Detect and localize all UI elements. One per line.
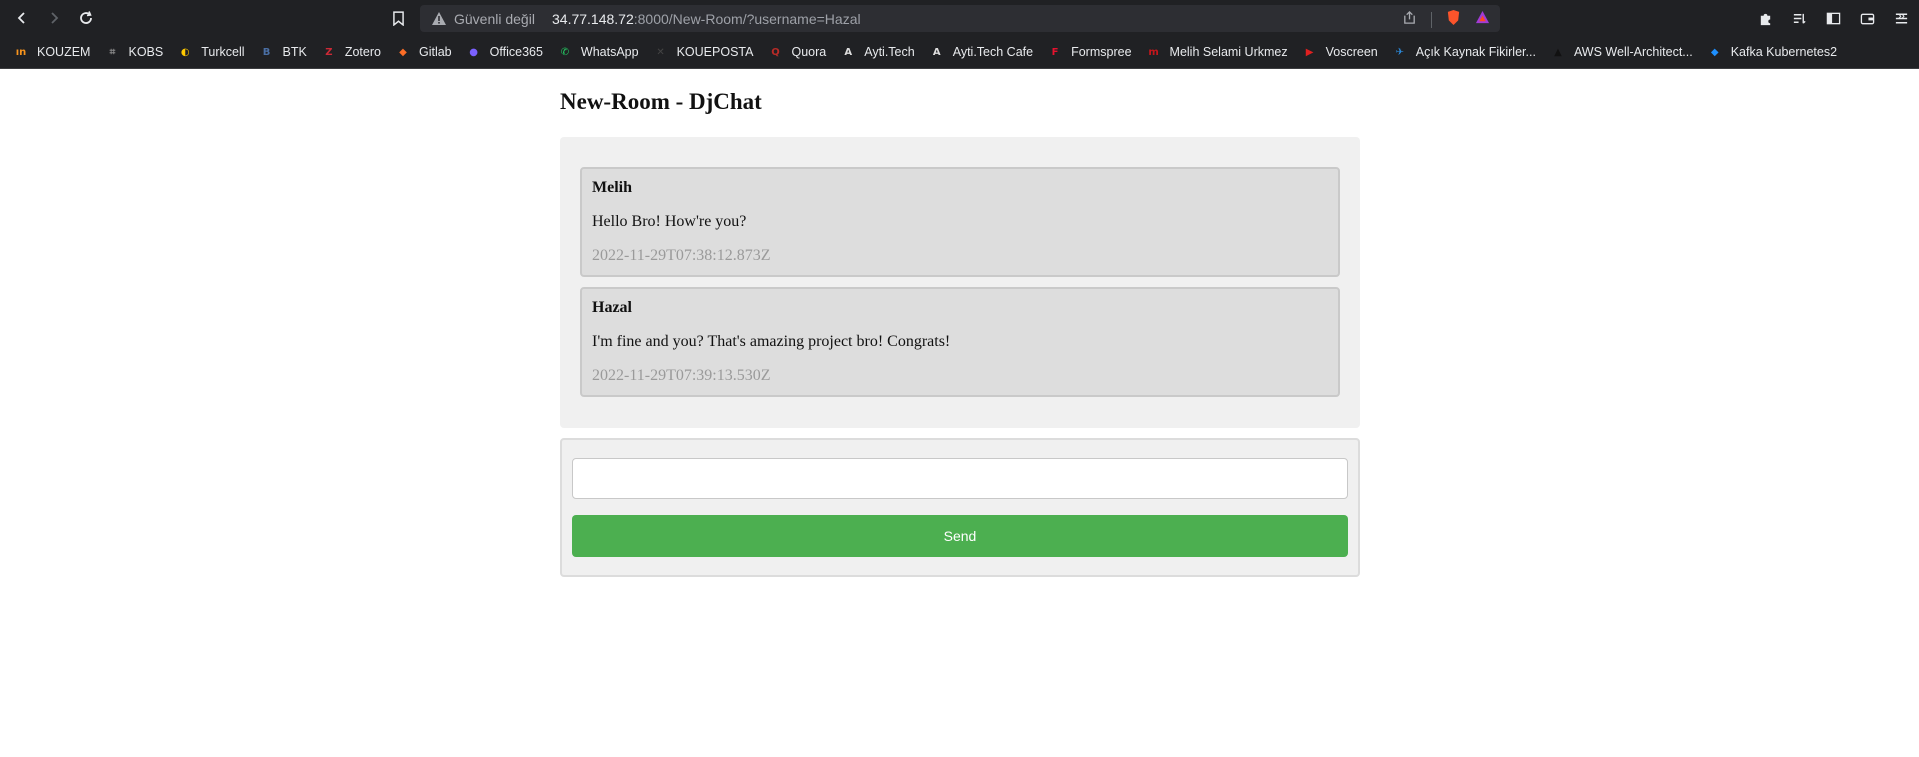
bookmark-item[interactable]: ◆ Gitlab — [395, 44, 452, 60]
message-input[interactable] — [572, 458, 1348, 499]
back-icon[interactable] — [10, 6, 34, 30]
quora-icon: Q — [771, 46, 780, 58]
message-timestamp: 2022-11-29T07:39:13.530Z — [592, 367, 771, 384]
bookmark-label: Açık Kaynak Fikirler... — [1415, 45, 1536, 59]
bookmark-icon[interactable] — [389, 8, 407, 28]
kobs-icon: ⌗ — [109, 46, 116, 58]
bookmark-item[interactable]: m Melih Selami Urkmez — [1146, 44, 1288, 60]
bookmark-label: Voscreen — [1325, 45, 1378, 59]
bookmark-item[interactable]: Z Zotero — [321, 44, 381, 60]
message-text: I'm fine and you? That's amazing project… — [592, 333, 951, 350]
chat-messages-panel: Melih Hello Bro! How're you? 2022-11-29T… — [560, 137, 1360, 428]
bookmark-item[interactable]: ⌗ KOBS — [104, 44, 164, 60]
bookmark-label: Quora — [791, 45, 827, 59]
bookmark-label: Turkcell — [201, 45, 245, 59]
office365-icon: ● — [469, 46, 478, 58]
zotero-icon: Z — [325, 46, 333, 58]
bookmark-item[interactable]: B BTK — [259, 44, 307, 60]
bookmark-item[interactable]: ▲ AWS Well-Architect... — [1550, 44, 1693, 60]
extensions-icon[interactable] — [1755, 8, 1775, 28]
aytitech-cafe-icon: A — [932, 46, 941, 58]
bookmark-label: KOUEPOSTA — [676, 45, 754, 59]
reading-list-icon[interactable] — [1789, 8, 1809, 28]
bookmark-label: KOBS — [128, 45, 164, 59]
message-author: Hazal — [592, 299, 632, 316]
bookmark-item[interactable]: ✆ WhatsApp — [557, 44, 639, 60]
reload-icon[interactable] — [74, 6, 98, 30]
bookmark-item[interactable]: ◐ Turkcell — [177, 44, 245, 60]
bookmark-label: KOUZEM — [37, 45, 91, 59]
chat-message: Melih Hello Bro! How're you? 2022-11-29T… — [580, 167, 1340, 277]
melih-site-icon: m — [1148, 46, 1159, 58]
sidebar-icon[interactable] — [1823, 8, 1843, 28]
bookmarks-bar: ın KOUZEM ⌗ KOBS ◐ Turkcell B BTK Z Zotero ◆ Gitlab… — [0, 36, 1919, 69]
bookmark-label: Kafka Kubernetes2 — [1730, 45, 1838, 59]
bookmark-label: Formspree — [1071, 45, 1132, 59]
security-label[interactable]: Güvenli değil — [454, 11, 535, 27]
aws-icon: ▲ — [1554, 46, 1562, 58]
bookmark-item[interactable]: ın KOUZEM — [13, 44, 91, 60]
kouzem-icon: ın — [15, 46, 27, 58]
bookmark-item[interactable]: ● Office365 — [466, 44, 543, 60]
url-host: 34.77.148.72 — [552, 11, 634, 27]
bookmark-label: BTK — [282, 45, 307, 59]
address-divider — [1431, 12, 1432, 28]
aytitech-icon: A — [844, 46, 853, 58]
turkcell-icon: ◐ — [180, 46, 190, 58]
bookmark-item[interactable]: A Ayti.Tech Cafe — [929, 44, 1033, 60]
bookmark-label: AWS Well-Architect... — [1573, 45, 1693, 59]
gitlab-icon: ◆ — [399, 46, 407, 58]
compose-panel: Send — [560, 438, 1360, 577]
page-title: New-Room - DjChat — [560, 89, 762, 114]
btk-icon: B — [262, 46, 271, 58]
bookmark-item[interactable]: F Formspree — [1047, 44, 1132, 60]
address-bar[interactable]: Güvenli değil 34.77.148.72:8000/New-Room… — [420, 5, 1500, 32]
wallet-icon[interactable] — [1857, 8, 1877, 28]
bookmark-label: Ayti.Tech — [864, 45, 915, 59]
url-text[interactable]: 34.77.148.72:8000/New-Room/?username=Haz… — [552, 11, 861, 27]
acik-kaynak-icon: ✈ — [1395, 46, 1404, 58]
bookmark-item[interactable]: ✕ KOUEPOSTA — [653, 44, 754, 60]
brave-shields-icon[interactable] — [1446, 9, 1461, 31]
chat-message: Hazal I'm fine and you? That's amazing p… — [580, 287, 1340, 397]
bookmark-label: Office365 — [489, 45, 543, 59]
bookmark-label: WhatsApp — [580, 45, 639, 59]
kouposta-icon: ✕ — [656, 46, 665, 58]
message-timestamp: 2022-11-29T07:38:12.873Z — [592, 247, 771, 264]
bookmark-item[interactable]: Q Quora — [767, 44, 826, 60]
browser-toolbar: Güvenli değil 34.77.148.72:8000/New-Room… — [0, 0, 1919, 36]
bookmarks-overflow-icon[interactable]: » — [1897, 7, 1905, 23]
url-path: :8000/New-Room/?username=Hazal — [633, 11, 861, 27]
bookmark-item[interactable]: ▶ Voscreen — [1302, 44, 1378, 60]
bookmark-item[interactable]: ✈ Açık Kaynak Fikirler... — [1392, 44, 1536, 60]
kafka-icon: ◆ — [1710, 46, 1719, 58]
brave-rewards-icon[interactable] — [1475, 10, 1490, 30]
bookmark-label: Gitlab — [418, 45, 452, 59]
forward-icon[interactable] — [42, 6, 66, 30]
message-author: Melih — [592, 179, 632, 196]
warning-icon — [432, 12, 446, 25]
voscreen-icon: ▶ — [1305, 46, 1314, 58]
formspree-icon: F — [1051, 46, 1059, 58]
share-icon[interactable] — [1402, 10, 1417, 30]
message-text: Hello Bro! How're you? — [592, 213, 747, 230]
send-button[interactable]: Send — [572, 515, 1348, 557]
bookmark-item[interactable]: A Ayti.Tech — [840, 44, 915, 60]
bookmark-label: Melih Selami Urkmez — [1169, 45, 1288, 59]
bookmark-label: Zotero — [344, 45, 381, 59]
whatsapp-icon: ✆ — [560, 46, 570, 58]
bookmark-item[interactable]: ◆ Kafka Kubernetes2 — [1707, 44, 1837, 60]
bookmark-label: Ayti.Tech Cafe — [952, 45, 1034, 59]
